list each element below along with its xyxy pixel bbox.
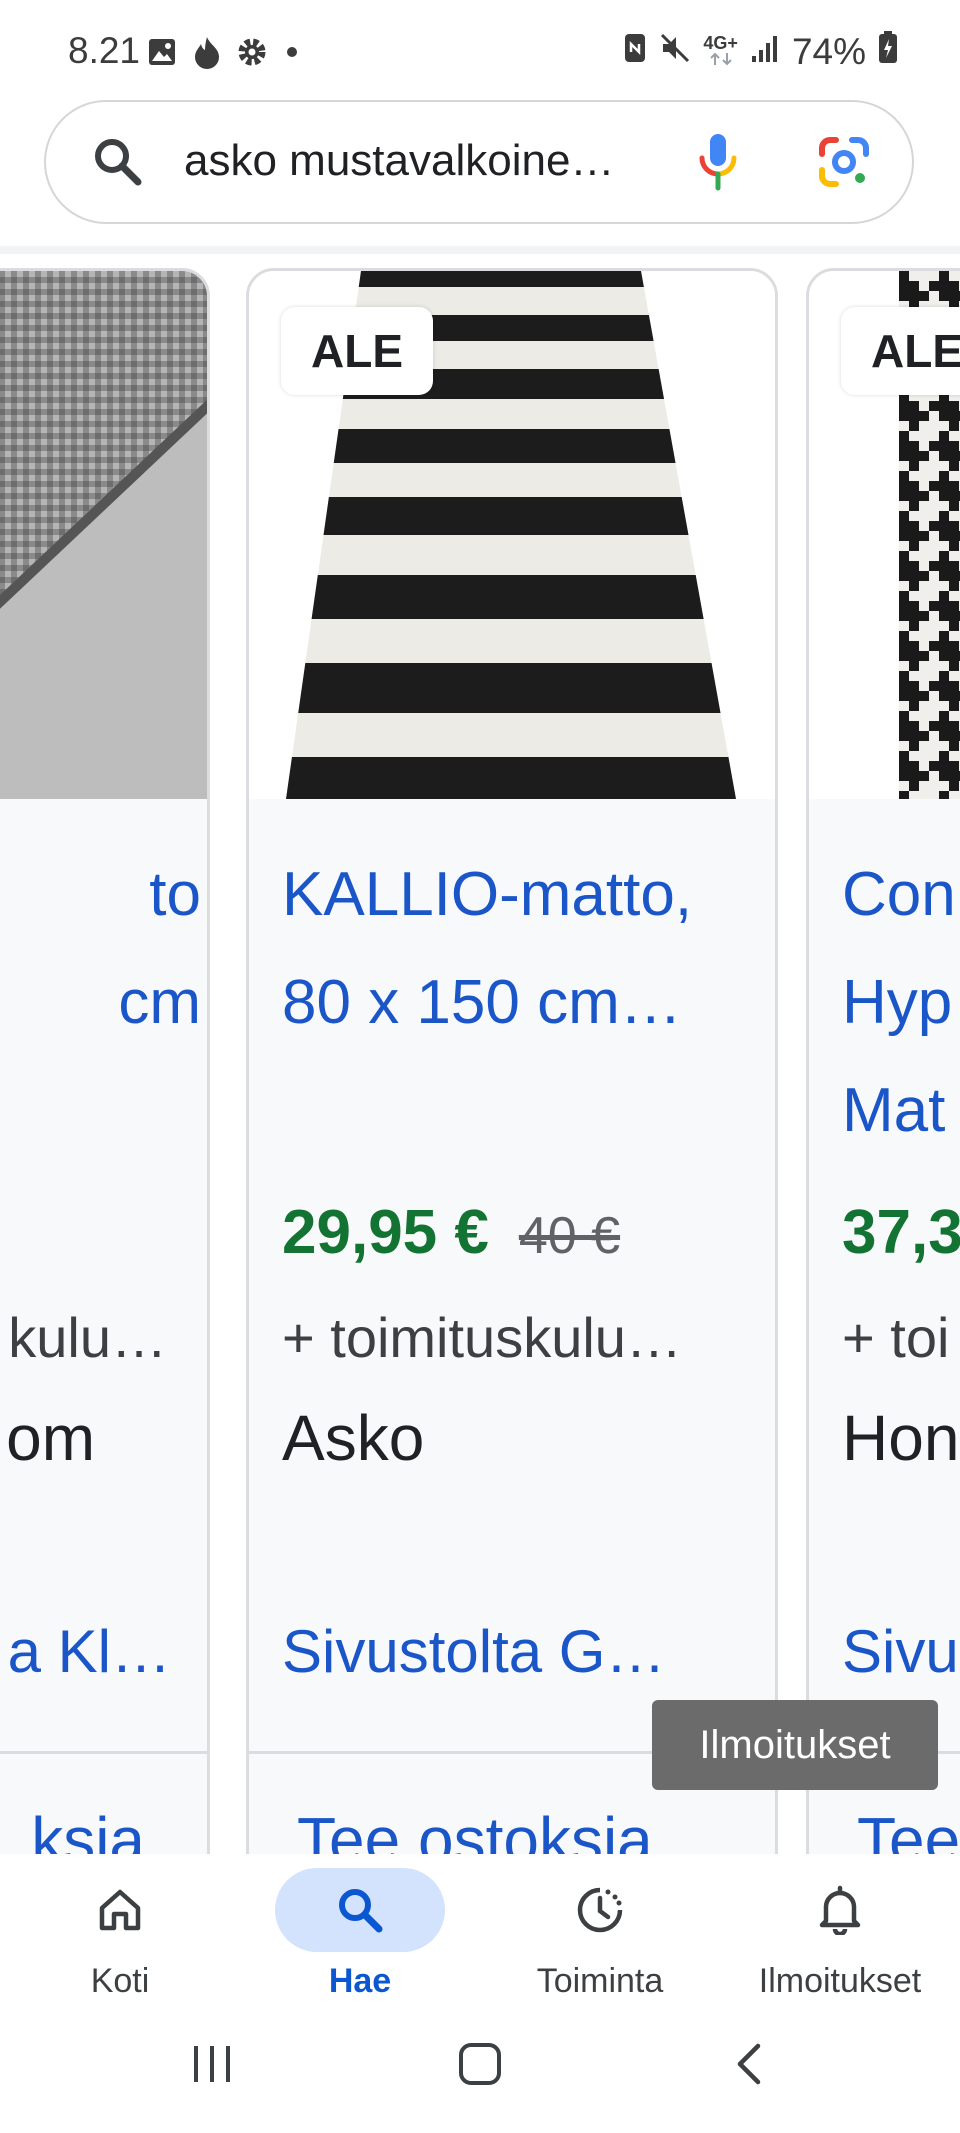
product-seller: Hon: [842, 1402, 960, 1474]
signal-icon: [750, 31, 780, 73]
dot-icon: [282, 42, 302, 67]
nav-label: Ilmoitukset: [758, 1962, 922, 2000]
home-icon[interactable]: [35, 1868, 205, 1952]
product-card[interactable]: to cm kulu… om a Kl… ksia: [0, 268, 210, 1854]
sale-badge: ALE: [841, 307, 960, 395]
product-source-link[interactable]: Sivustolta G…: [282, 1617, 665, 1686]
product-price: 29,95 € 40 €: [282, 1197, 620, 1268]
recent-apps-icon[interactable]: [190, 2040, 234, 2093]
old-price: 40 €: [518, 1207, 621, 1265]
product-title[interactable]: KALLIO-matto, 80 x 150 cm…: [282, 841, 752, 1057]
nfc-icon: [623, 31, 647, 73]
product-image[interactable]: ALE: [249, 271, 775, 799]
nav-item-home[interactable]: Koti: [0, 1854, 240, 2020]
bell-icon[interactable]: [755, 1868, 925, 1952]
product-shipping: + toimituskulu…: [282, 1306, 682, 1369]
product-image[interactable]: ALE: [809, 271, 960, 799]
nav-label: Toiminta: [536, 1962, 664, 2000]
status-bar: 8.21 4G+ 74%: [0, 0, 960, 100]
search-query[interactable]: asko mustavalkoine…: [184, 136, 624, 186]
product-shipping: + toi: [842, 1306, 950, 1369]
nav-item-activity[interactable]: Toiminta: [480, 1854, 720, 2020]
status-system-icons: 4G+ 74%: [623, 30, 898, 73]
product-seller: om: [6, 1402, 95, 1474]
product-title[interactable]: to cm: [0, 841, 201, 1057]
product-source-link[interactable]: a Kl…: [8, 1617, 171, 1686]
search-icon[interactable]: [275, 1868, 445, 1952]
nav-label: Hae: [328, 1962, 392, 2000]
shop-link[interactable]: Tee ostoksia: [297, 1803, 653, 1854]
card-separator: [0, 1751, 207, 1754]
network-type-label: 4G+: [703, 32, 738, 53]
product-carousel[interactable]: to cm kulu… om a Kl… ksia ALE KALLIO-mat…: [0, 254, 960, 1854]
system-navigation-bar: [0, 2020, 960, 2133]
search-icon[interactable]: [90, 134, 146, 195]
network-icon: 4G+: [703, 32, 738, 69]
product-price: 37,3: [842, 1198, 960, 1267]
mute-icon: [659, 31, 691, 73]
product-card[interactable]: ALE Con Hyp Mat 37,3 + toi Hon Sivu Tee: [806, 268, 960, 1854]
battery-percent: 74%: [791, 30, 866, 72]
product-source-link[interactable]: Sivu: [842, 1617, 959, 1686]
search-bar[interactable]: asko mustavalkoine…: [44, 100, 914, 224]
current-price: 29,95 €: [282, 1198, 489, 1267]
header-divider: [0, 246, 960, 254]
battery-icon: [878, 30, 898, 73]
gear-icon: [236, 36, 268, 73]
product-image[interactable]: [0, 271, 207, 799]
status-time: 8.21: [68, 30, 141, 71]
google-lens-icon[interactable]: [816, 134, 872, 195]
bottom-navigation: Koti Hae Toiminta Ilmoitukset: [0, 1854, 960, 2020]
nav-item-search[interactable]: Hae: [240, 1854, 480, 2020]
nav-item-notifications[interactable]: Ilmoitukset: [720, 1854, 960, 2020]
product-shipping: kulu…: [8, 1306, 167, 1369]
shop-link[interactable]: ksia: [31, 1803, 145, 1854]
fire-icon: [192, 35, 222, 74]
back-icon[interactable]: [732, 2040, 768, 2093]
microphone-icon[interactable]: [694, 132, 742, 197]
product-title[interactable]: Con Hyp Mat: [842, 841, 960, 1165]
tooltip-toast: Ilmoitukset: [652, 1700, 938, 1790]
product-seller: Asko: [282, 1402, 425, 1474]
home-button-icon[interactable]: [456, 2040, 504, 2093]
nav-label: Koti: [90, 1962, 150, 2000]
gallery-icon: [146, 36, 178, 73]
shop-link[interactable]: Tee: [857, 1803, 960, 1854]
sale-badge: ALE: [281, 307, 433, 395]
activity-icon[interactable]: [515, 1868, 685, 1952]
status-notification-icons: [146, 36, 302, 72]
product-card[interactable]: ALE KALLIO-matto, 80 x 150 cm… 29,95 € 40…: [246, 268, 778, 1854]
